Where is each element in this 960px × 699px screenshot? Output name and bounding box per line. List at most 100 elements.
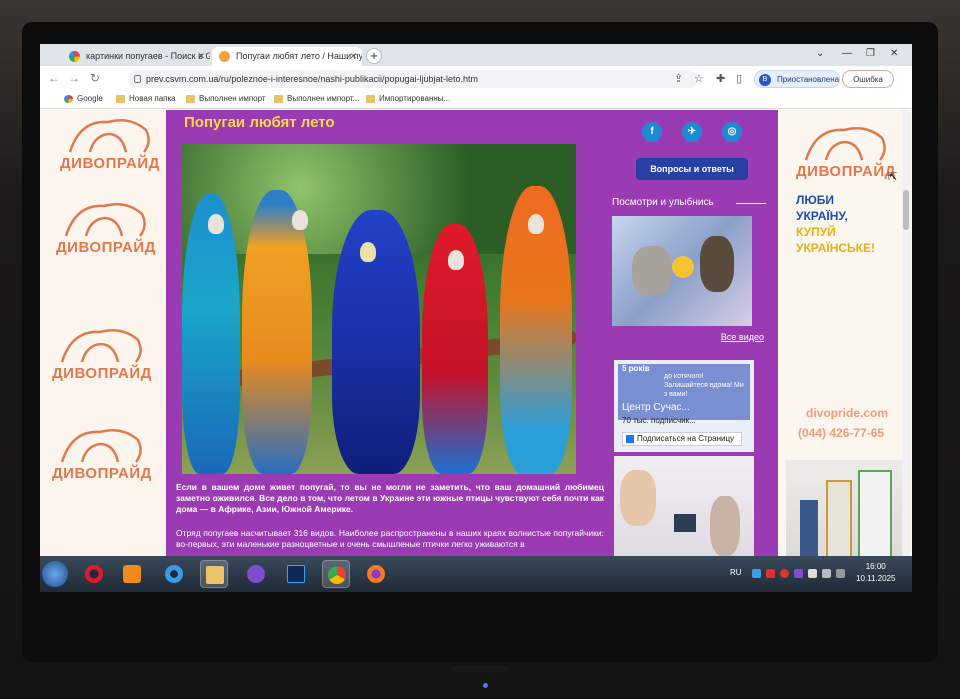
fb-follow-label: Подписаться на Страницу <box>637 434 735 443</box>
site-info-icon[interactable] <box>134 75 141 83</box>
slogan-line: ЛЮБИ <box>796 193 835 207</box>
ie-taskbar-button[interactable] <box>160 560 188 588</box>
parrots-photo <box>182 144 576 474</box>
fb-followers: 70 тыс. подписчик... <box>622 416 696 425</box>
address-toolbar: ← → ↻ prev.csvm.com.ua/ru/poleznoe-i-int… <box>40 66 912 92</box>
brand-pattern: ДИВОПРАЙД ДИВОПРАЙД ДИВОПРАЙД ДИВОПРАЙД <box>52 110 162 592</box>
bookmark-folder-new[interactable]: Новая папка <box>116 94 176 103</box>
facebook-icon <box>626 435 634 443</box>
media-player-taskbar-button[interactable] <box>118 560 146 588</box>
clock-date: 10.11.2025 <box>856 574 896 583</box>
slogan-line: УКРАЇНСЬКЕ! <box>796 241 875 255</box>
brand-logo-text: ДИВОПРАЙД <box>796 163 896 180</box>
video-thumbnail[interactable] <box>612 216 752 326</box>
scrollbar[interactable] <box>902 110 910 592</box>
opera-taskbar-button[interactable] <box>80 560 108 588</box>
brand-logo: ДИВОПРАЙД <box>796 120 896 180</box>
play-icon[interactable] <box>672 256 694 278</box>
instagram-icon[interactable]: ◎ <box>722 122 742 142</box>
minimize-icon[interactable]: — <box>842 48 852 59</box>
side-panel-icon[interactable]: ▯ <box>736 72 742 85</box>
close-tab-icon[interactable]: ✕ <box>197 47 205 66</box>
network-icon[interactable] <box>822 569 831 578</box>
bookmark-folder-import[interactable]: Выполнен импорт <box>186 94 266 103</box>
close-window-icon[interactable]: ✕ <box>890 48 898 59</box>
blue-macaw <box>182 194 240 474</box>
address-bar[interactable]: prev.csvm.com.ua/ru/poleznoe-i-interesno… <box>128 70 698 88</box>
avatar: B <box>759 74 771 86</box>
brand-logo-text: ДИВОПРАЙД <box>56 239 156 256</box>
tab-search-icon[interactable]: ⌄ <box>816 48 824 59</box>
bookmark-google[interactable]: Google <box>64 94 103 103</box>
url-text[interactable]: prev.csvm.com.ua/ru/poleznoe-i-interesno… <box>146 70 478 88</box>
share-icon[interactable]: ⇪ <box>674 72 683 85</box>
google-icon <box>64 95 73 103</box>
brand-logo: ДИВОПРАЙД <box>60 112 160 172</box>
viber-taskbar-button[interactable] <box>242 560 270 588</box>
bookmark-label: Выполнен импорт <box>199 94 266 103</box>
hyacinth-macaw <box>332 210 420 474</box>
chrome-taskbar-button[interactable] <box>322 560 350 588</box>
slogan-line: УКРАЇНУ, <box>796 209 848 223</box>
chinchilla-image <box>632 246 672 296</box>
brand-logo-text: ДИВОПРАЙД <box>60 155 160 172</box>
paragraph: Если в вашем доме живет попугай, то вы н… <box>176 482 604 514</box>
tab-title: картинки попугаев - Поиск в Google <box>86 51 210 61</box>
tray-skype-icon[interactable] <box>752 569 761 578</box>
close-tab-icon[interactable]: ✕ <box>349 47 357 66</box>
bookmark-folder-import2[interactable]: Выполнен импорт... <box>274 94 359 103</box>
start-button[interactable] <box>42 561 68 587</box>
facebook-icon[interactable]: f <box>642 122 662 142</box>
tray-app-icon[interactable] <box>766 569 775 578</box>
photoshop-taskbar-button[interactable] <box>282 560 310 588</box>
extensions-icon[interactable]: ✚ <box>716 72 725 85</box>
photoshop-icon <box>287 565 305 583</box>
error-button[interactable]: Ошибка <box>842 70 894 88</box>
all-videos-link[interactable]: Все видео <box>721 332 764 342</box>
clock-time: 16:00 <box>865 562 886 571</box>
parrot-beak <box>208 214 224 234</box>
power-led <box>483 683 488 688</box>
brand-logo: ДИВОПРАЙД <box>52 422 152 482</box>
brand-logo: ДИВОПРАЙД <box>52 322 151 382</box>
video-section-title: Посмотри и улыбнись <box>612 197 714 208</box>
bookmark-folder-imported[interactable]: Импортированны... <box>366 94 450 103</box>
maximize-icon[interactable]: ❐ <box>866 48 875 59</box>
profile-button[interactable]: B Приостановлена <box>754 70 840 88</box>
tray-viber-icon[interactable] <box>794 569 803 578</box>
tab-parrots-article[interactable]: Попугаи любят лето / Наши публикации ✕ <box>212 47 362 66</box>
chrome-icon <box>328 566 346 584</box>
faq-button[interactable]: Вопросы и ответы <box>636 158 748 180</box>
bookmark-label: Google <box>77 94 103 103</box>
facebook-page-widget: 5 років до котячого! Залишайтеся вдома! … <box>614 360 754 452</box>
clock[interactable]: 16:00 10.11.2025 <box>856 561 895 585</box>
product-box <box>858 470 892 570</box>
new-tab-button[interactable]: + <box>366 48 382 64</box>
parrot-beak <box>528 214 544 234</box>
tray-opera-icon[interactable] <box>780 569 789 578</box>
back-icon[interactable]: ← <box>48 71 60 85</box>
language-indicator[interactable]: RU <box>730 568 742 577</box>
tab-google-search[interactable]: картинки попугаев - Поиск в Google ✕ <box>62 47 210 66</box>
tab-bar: картинки попугаев - Поиск в Google ✕ Поп… <box>40 44 912 66</box>
media-player-icon <box>123 565 141 583</box>
volume-icon[interactable] <box>808 569 817 578</box>
bookmark-star-icon[interactable]: ☆ <box>694 72 704 85</box>
paragraph: Отряд попугаев насчитывает 316 видов. На… <box>176 528 604 549</box>
telegram-icon[interactable]: ✈ <box>682 122 702 142</box>
scroll-thumb[interactable] <box>903 190 909 230</box>
folder-icon <box>274 95 283 103</box>
phone-number[interactable]: (044) 426-77-65 <box>798 426 884 440</box>
forward-icon[interactable]: → <box>68 71 80 85</box>
brand-logo-text: ДИВОПРАЙД <box>52 465 152 482</box>
firefox-taskbar-button[interactable] <box>362 560 390 588</box>
cat-image <box>700 236 734 292</box>
power-icon[interactable] <box>836 569 845 578</box>
person-image <box>620 470 656 526</box>
reload-icon[interactable]: ↻ <box>90 71 100 85</box>
bookmarks-bar: Google Новая папка Выполнен импорт Выпол… <box>40 92 912 109</box>
fb-follow-button[interactable]: Подписаться на Страницу <box>622 432 742 446</box>
explorer-taskbar-button[interactable] <box>200 560 228 588</box>
site-link[interactable]: divopride.com <box>806 406 888 420</box>
fb-page-name[interactable]: Центр Сучас... <box>622 402 690 413</box>
